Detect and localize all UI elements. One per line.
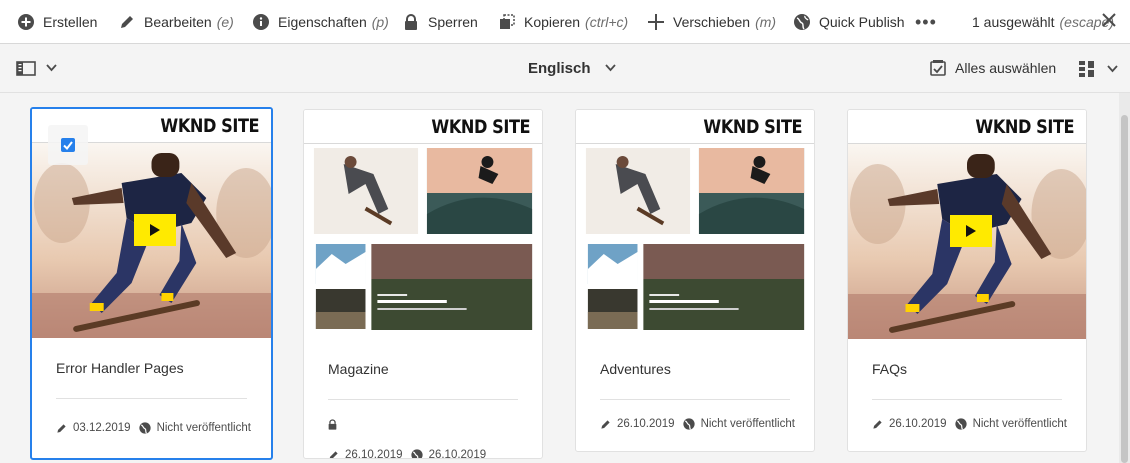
- card-title: Magazine: [328, 361, 389, 377]
- globe-icon: [954, 418, 967, 430]
- lock-label: Sperren: [428, 13, 478, 30]
- magazine-thumbnail-image: [576, 144, 814, 339]
- select-all-label: Alles auswählen: [955, 60, 1057, 76]
- chevron-down-icon[interactable]: [46, 64, 57, 72]
- pencil-icon: [873, 419, 882, 429]
- page-card[interactable]: WKND SITE Magazine 26.10.2019 26.10.2019: [303, 109, 543, 459]
- pencil-icon: [57, 423, 66, 433]
- modified-date: 26.10.2019: [617, 418, 675, 430]
- language-label: Englisch: [528, 59, 591, 77]
- page-thumbnail: WKND SITE: [304, 110, 542, 339]
- card-checkbox[interactable]: [48, 125, 88, 165]
- publish-status: Nicht veröffentlicht: [156, 422, 251, 434]
- properties-action[interactable]: Eigenschaften (p): [252, 0, 389, 43]
- move-action[interactable]: Verschieben (m): [647, 0, 776, 43]
- plus-circle-icon: [17, 13, 35, 31]
- language-selector[interactable]: Englisch: [528, 44, 616, 92]
- globe-icon: [793, 13, 811, 31]
- modified-date: 26.10.2019: [889, 418, 947, 430]
- quick-publish-label: Quick Publish: [819, 13, 905, 30]
- action-bar: Erstellen Bearbeiten (e) Eigenschaften (…: [0, 0, 1130, 44]
- globe-icon: [682, 418, 695, 430]
- brand-logo: WKND SITE: [160, 115, 259, 137]
- page-thumbnail: WKND SITE: [848, 110, 1086, 339]
- pencil-icon: [329, 450, 338, 458]
- card-meta: 03.12.2019 Nicht veröffentlicht: [56, 419, 251, 437]
- card-meta: 26.10.2019 26.10.2019: [328, 446, 487, 459]
- card-meta: 26.10.2019 Nicht veröffentlicht: [600, 415, 795, 433]
- copy-shortcut: (ctrl+c): [585, 13, 629, 30]
- copy-icon: [498, 13, 516, 31]
- lock-icon: [328, 418, 337, 430]
- globe-icon: [410, 449, 423, 458]
- pencil-icon: [601, 419, 610, 429]
- rail-toggle-icon[interactable]: [16, 61, 36, 76]
- lock-icon: [402, 13, 420, 31]
- info-icon: [252, 13, 270, 31]
- chevron-down-icon[interactable]: [1107, 65, 1118, 73]
- page-thumbnail: WKND SITE: [32, 109, 271, 338]
- publish-status: Nicht veröffentlicht: [972, 418, 1067, 430]
- chevron-down-icon: [604, 64, 616, 72]
- edit-shortcut: (e): [216, 13, 234, 30]
- page-card[interactable]: WKND SITE Error Handler Pages 03.12.2019…: [30, 107, 273, 460]
- select-all-button[interactable]: Alles auswählen: [930, 44, 1056, 92]
- lock-status: [328, 415, 343, 433]
- brand-logo: WKND SITE: [703, 116, 802, 138]
- play-icon: [950, 215, 992, 247]
- pencil-icon: [118, 13, 136, 31]
- card-title: FAQs: [872, 361, 908, 377]
- checkmark-icon: [61, 138, 75, 152]
- more-actions-button[interactable]: •••: [915, 12, 937, 33]
- copy-action[interactable]: Kopieren (ctrl+c): [498, 0, 628, 43]
- lock-action[interactable]: Sperren: [402, 0, 478, 43]
- quick-publish-action[interactable]: Quick Publish: [793, 0, 905, 43]
- card-view-icon[interactable]: [1079, 61, 1095, 77]
- card-title: Error Handler Pages: [56, 360, 184, 376]
- brand-logo: WKND SITE: [431, 116, 530, 138]
- edit-label: Bearbeiten: [144, 13, 212, 30]
- selection-label: 1 ausgewählt: [972, 13, 1055, 30]
- create-action[interactable]: Erstellen: [17, 0, 97, 43]
- close-icon[interactable]: [1101, 12, 1117, 28]
- move-label: Verschieben: [673, 13, 751, 30]
- move-shortcut: (m): [755, 13, 777, 30]
- card-title: Adventures: [600, 361, 671, 377]
- card-meta: 26.10.2019 Nicht veröffentlicht: [872, 415, 1067, 433]
- modified-date: 03.12.2019: [73, 422, 131, 434]
- properties-shortcut: (p): [371, 13, 389, 30]
- page-thumbnail: WKND SITE: [576, 110, 814, 339]
- modified-date: 26.10.2019: [345, 449, 403, 459]
- publish-status: Nicht veröffentlicht: [700, 418, 795, 430]
- published-date: 26.10.2019: [428, 449, 487, 459]
- play-icon: [134, 214, 176, 246]
- globe-icon: [138, 422, 151, 434]
- brand-logo: WKND SITE: [975, 116, 1074, 138]
- magazine-thumbnail-image: [304, 144, 542, 339]
- toolbar: Englisch Alles auswählen: [0, 44, 1130, 93]
- create-label: Erstellen: [43, 13, 98, 30]
- edit-action[interactable]: Bearbeiten (e): [118, 0, 234, 43]
- move-icon: [647, 13, 665, 31]
- page-card[interactable]: WKND SITE FAQs 26.10.2019 Nicht veröffen…: [847, 109, 1087, 452]
- select-all-icon: [930, 60, 946, 76]
- scrollbar-thumb[interactable]: [1121, 115, 1128, 463]
- selection-count: 1 ausgewählt (escape): [972, 0, 1114, 43]
- copy-label: Kopieren: [524, 13, 581, 30]
- properties-label: Eigenschaften: [278, 13, 367, 30]
- page-card[interactable]: WKND SITE Adventures 26.10.2019 Nicht ve…: [575, 109, 815, 452]
